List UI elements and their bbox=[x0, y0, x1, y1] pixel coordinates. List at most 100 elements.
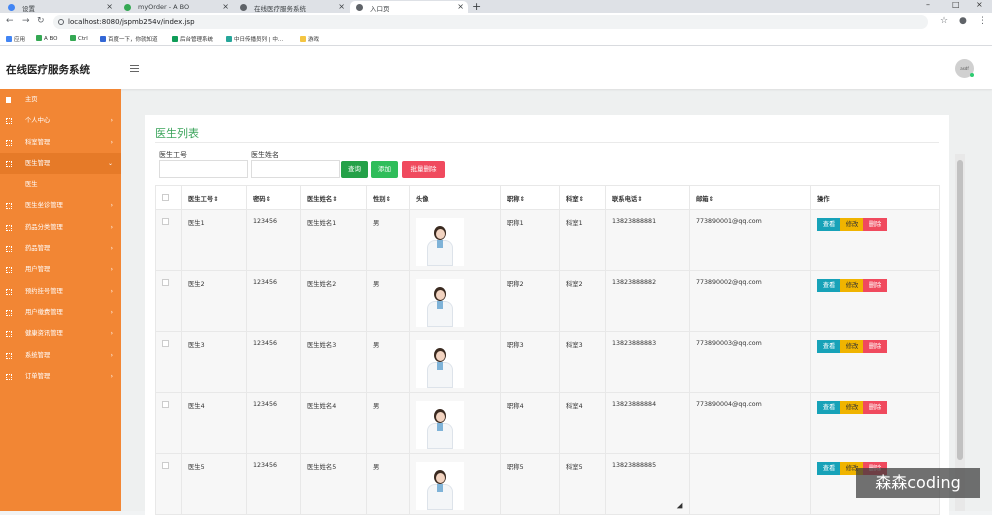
select-all-header[interactable] bbox=[155, 185, 182, 210]
browser-tab[interactable]: 在线医疗服务系统 × bbox=[234, 1, 349, 13]
grid-icon bbox=[6, 139, 12, 146]
batch-delete-button[interactable]: 批量删除 bbox=[402, 161, 445, 178]
column-header[interactable]: 密码⇕ bbox=[246, 185, 301, 210]
sidebar-subitem-doctor[interactable]: 医生 bbox=[0, 174, 121, 196]
settings-icon bbox=[8, 4, 15, 11]
hamburger-icon[interactable] bbox=[130, 65, 139, 72]
edit-button[interactable]: 修改 bbox=[840, 279, 864, 292]
address-bar[interactable]: localhost:8080/jspmb254v/index.jsp bbox=[53, 15, 928, 29]
sidebar-item-drugs[interactable]: 药品管理 › bbox=[0, 238, 121, 259]
grid-icon bbox=[6, 160, 12, 167]
sidebar-item-users[interactable]: 用户管理 › bbox=[0, 259, 121, 280]
sidebar-item-departments[interactable]: 科室管理 › bbox=[0, 132, 121, 153]
column-header[interactable]: 联系电话⇕ bbox=[605, 185, 690, 210]
minimize-icon[interactable]: – bbox=[926, 0, 930, 9]
sidebar-item-drug-category[interactable]: 药品分类管理 › bbox=[0, 217, 121, 238]
v-icon bbox=[172, 36, 178, 42]
column-header[interactable]: 医生工号⇕ bbox=[181, 185, 247, 210]
browser-tab-active[interactable]: 入口页 × bbox=[350, 1, 468, 13]
row-checkbox[interactable] bbox=[162, 401, 169, 408]
menu-icon[interactable]: ⋮ bbox=[978, 16, 987, 26]
doctor-photo bbox=[416, 218, 464, 266]
bookmark-item[interactable]: 百度一下，你就知道 bbox=[100, 35, 158, 43]
profile-icon[interactable]: ● bbox=[959, 16, 967, 26]
row-checkbox[interactable] bbox=[162, 462, 169, 469]
view-button[interactable]: 查看 bbox=[817, 340, 841, 353]
column-header[interactable]: 邮箱⇕ bbox=[689, 185, 811, 210]
close-icon[interactable]: × bbox=[457, 2, 464, 11]
doctor-photo bbox=[416, 279, 464, 327]
sidebar-item-system[interactable]: 系统管理 › bbox=[0, 345, 121, 366]
delete-button[interactable]: 删除 bbox=[863, 218, 887, 231]
select-all-checkbox[interactable] bbox=[162, 194, 169, 201]
close-icon[interactable]: × bbox=[106, 2, 113, 11]
delete-button[interactable]: 删除 bbox=[863, 340, 887, 353]
avatar-cell bbox=[409, 270, 501, 332]
row-checkbox[interactable] bbox=[162, 279, 169, 286]
star-icon[interactable]: ☆ bbox=[940, 16, 948, 26]
sidebar-item-appointments[interactable]: 预约挂号管理 › bbox=[0, 281, 121, 302]
bookmark-item[interactable]: 应用 bbox=[6, 35, 25, 43]
new-tab-button[interactable]: + bbox=[472, 0, 481, 13]
tab-title: 设置 bbox=[22, 5, 35, 13]
top-header: 在线医疗服务系统 asdf bbox=[0, 46, 992, 89]
bookmarks-bar: 应用 A BO Ctrl 百度一下，你就知道 后台管理系统 中日传播员列 | 中… bbox=[0, 31, 992, 46]
avatar[interactable]: asdf bbox=[955, 59, 974, 78]
sidebar-item-home[interactable]: 主页 bbox=[0, 89, 121, 110]
close-icon[interactable]: × bbox=[338, 2, 345, 11]
sidebar-item-orders[interactable]: 订单管理 › bbox=[0, 366, 121, 387]
delete-button[interactable]: 删除 bbox=[863, 279, 887, 292]
bookmark-item[interactable]: Ctrl bbox=[70, 35, 88, 42]
bookmark-item[interactable]: 中日传播员列 | 中... bbox=[226, 35, 283, 43]
add-button[interactable]: 添加 bbox=[371, 161, 398, 178]
url-text: localhost:8080/jspmb254v/index.jsp bbox=[68, 18, 195, 26]
bookmark-item[interactable]: 游戏 bbox=[300, 35, 319, 43]
dept-cell: 科室3 bbox=[559, 331, 606, 393]
sidebar-item-profile[interactable]: 个人中心 › bbox=[0, 110, 121, 131]
chevron-right-icon: › bbox=[110, 138, 113, 146]
sidebar-item-payments[interactable]: 用户缴费管理 › bbox=[0, 302, 121, 323]
bookmark-item[interactable]: A BO bbox=[36, 35, 58, 42]
forward-icon[interactable]: → bbox=[22, 16, 30, 26]
search-button[interactable]: 查询 bbox=[341, 161, 368, 178]
edit-button[interactable]: 修改 bbox=[840, 401, 864, 414]
back-icon[interactable]: ← bbox=[6, 16, 14, 26]
browser-tab[interactable]: myOrder - A BO × bbox=[118, 1, 233, 13]
dept-cell: 科室4 bbox=[559, 392, 606, 454]
doctor-table: 医生工号⇕ 密码⇕ 医生姓名⇕ 性别⇕ 头像 职称⇕ 科室⇕ 联系电话⇕ 邮箱⇕… bbox=[155, 185, 940, 515]
table-row: 医生1 123456 医生姓名1 男 职称1 科室1 13823888881 7… bbox=[155, 209, 940, 271]
column-header[interactable]: 科室⇕ bbox=[559, 185, 606, 210]
view-button[interactable]: 查看 bbox=[817, 279, 841, 292]
paw-icon bbox=[100, 36, 106, 42]
doctor-id-cell: 医生2 bbox=[181, 270, 247, 332]
column-header[interactable]: 医生姓名⇕ bbox=[300, 185, 367, 210]
bookmark-item[interactable]: 后台管理系统 bbox=[172, 35, 213, 43]
online-status-icon bbox=[970, 73, 974, 77]
vertical-scrollbar[interactable] bbox=[955, 154, 965, 511]
edit-button[interactable]: 修改 bbox=[840, 218, 864, 231]
sidebar-item-health-news[interactable]: 健康资讯管理 › bbox=[0, 323, 121, 344]
delete-button[interactable]: 删除 bbox=[863, 401, 887, 414]
scrollbar-thumb[interactable] bbox=[957, 160, 963, 460]
title-cell: 职称4 bbox=[500, 392, 560, 454]
doctor-id-filter-input[interactable] bbox=[159, 160, 248, 178]
view-button[interactable]: 查看 bbox=[817, 218, 841, 231]
column-header[interactable]: 性别⇕ bbox=[366, 185, 410, 210]
chevron-right-icon: › bbox=[110, 372, 113, 380]
tab-title: 在线医疗服务系统 bbox=[254, 5, 306, 13]
view-button[interactable]: 查看 bbox=[817, 401, 841, 414]
browser-tab[interactable]: 设置 × bbox=[2, 1, 117, 13]
view-button[interactable]: 查看 bbox=[817, 462, 841, 475]
row-checkbox[interactable] bbox=[162, 218, 169, 225]
sidebar-item-doctors[interactable]: 医生管理 ⌄ bbox=[0, 152, 121, 175]
sidebar-item-consult[interactable]: 医生坐诊管理 › bbox=[0, 195, 121, 216]
maximize-icon[interactable]: □ bbox=[952, 0, 960, 9]
close-icon[interactable]: × bbox=[222, 2, 229, 11]
doctor-name-filter-input[interactable] bbox=[251, 160, 340, 178]
row-checkbox[interactable] bbox=[162, 340, 169, 347]
close-window-icon[interactable]: × bbox=[976, 0, 983, 9]
table-row: 医生3 123456 医生姓名3 男 职称3 科室3 13823888883 7… bbox=[155, 331, 940, 393]
column-header[interactable]: 职称⇕ bbox=[500, 185, 560, 210]
edit-button[interactable]: 修改 bbox=[840, 340, 864, 353]
reload-icon[interactable]: ↻ bbox=[37, 16, 45, 26]
